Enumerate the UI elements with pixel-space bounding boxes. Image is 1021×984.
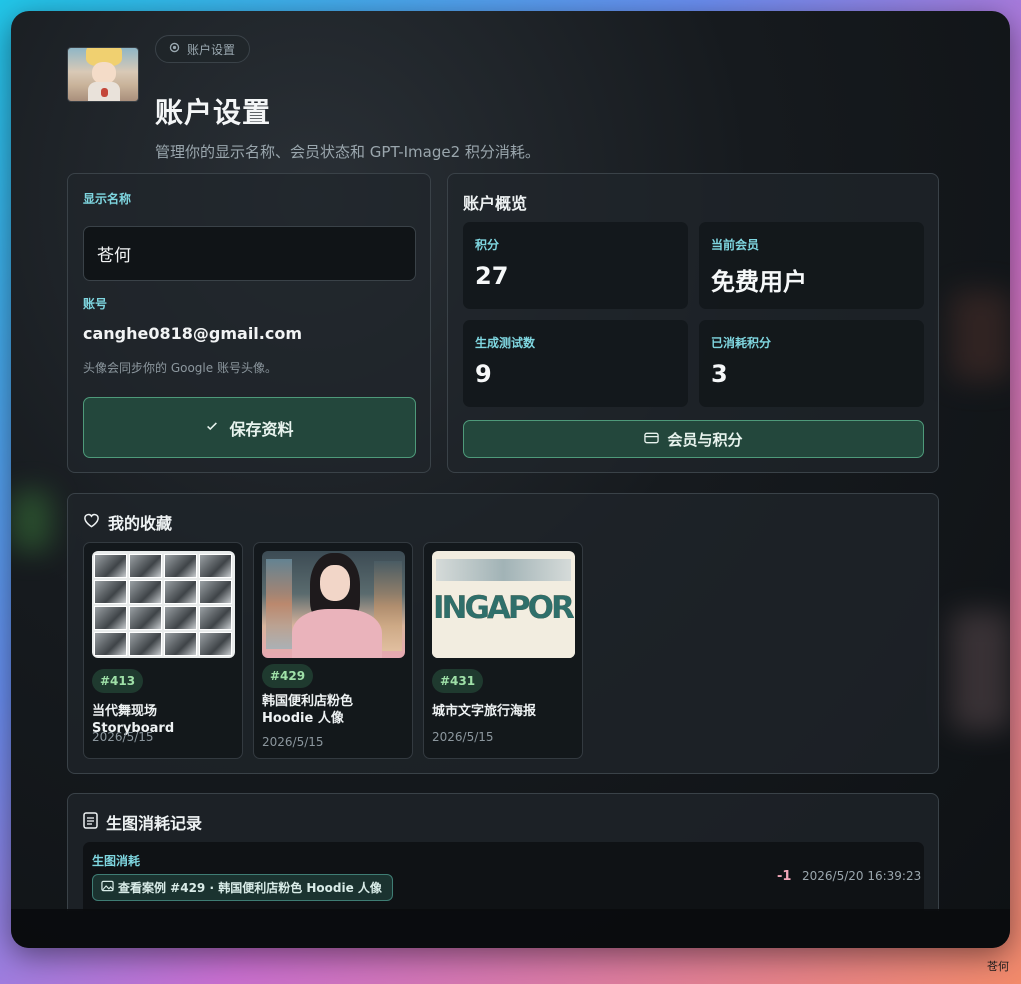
view-case-label: 查看案例 #429 · 韩国便利店粉色 Hoodie 人像 <box>118 881 382 895</box>
case-tag: #431 <box>432 669 484 693</box>
stat-value: 免费用户 <box>711 268 807 296</box>
display-name-label: 显示名称 <box>83 192 132 206</box>
stat-generations: 生成测试数 9 <box>463 320 688 407</box>
usage-records-panel: 生图消耗记录 生图消耗 查看案例 #429 · 韩国便利店粉色 Hoodie 人… <box>67 793 939 911</box>
card-date: 2026/5/15 <box>432 730 494 744</box>
favorites-title: 我的收藏 <box>108 514 173 533</box>
stat-value: 3 <box>711 360 728 388</box>
stat-credits: 积分 27 <box>463 222 688 309</box>
record-amount: -1 <box>777 869 792 884</box>
document-icon <box>83 811 98 833</box>
stat-label: 当前会员 <box>711 238 760 252</box>
storyboard-thumbnail <box>92 551 235 658</box>
poster-thumbnail: INGAPOR <box>432 551 575 658</box>
check-icon <box>205 418 219 437</box>
page-title: 账户设置 <box>155 96 272 129</box>
card-date: 2026/5/15 <box>262 735 324 749</box>
favorite-card[interactable]: INGAPOR #431 城市文字旅行海报 2026/5/15 <box>423 542 583 759</box>
settings-page: 账户设置 账户设置 管理你的显示名称、会员状态和 GPT-Image2 积分消耗… <box>67 11 939 911</box>
gear-icon <box>168 41 181 57</box>
case-tag: #413 <box>92 669 144 693</box>
card-title: 韩国便利店粉色 Hoodie 人像 <box>262 694 354 726</box>
stat-value: 27 <box>475 262 509 290</box>
breadcrumb[interactable]: 账户设置 <box>155 35 251 63</box>
profile-panel: 显示名称 账号 canghe0818@gmail.com 头像会同步你的 Goo… <box>67 173 431 473</box>
case-tag: #429 <box>262 664 314 688</box>
avatar <box>67 47 139 102</box>
record-type: 生图消耗 <box>92 854 141 868</box>
record-time: 2026/5/20 16:39:23 <box>802 869 922 883</box>
stat-label: 积分 <box>475 238 500 252</box>
image-icon <box>101 880 114 895</box>
window-footer <box>11 909 1010 948</box>
membership-button[interactable]: 会员与积分 <box>463 420 924 458</box>
stat-value: 9 <box>475 360 492 388</box>
portrait-thumbnail <box>262 551 405 658</box>
usage-title: 生图消耗记录 <box>106 814 203 833</box>
stat-label: 生成测试数 <box>475 336 536 350</box>
breadcrumb-label: 账户设置 <box>187 42 236 57</box>
stat-membership: 当前会员 免费用户 <box>699 222 924 309</box>
favorites-header: 我的收藏 <box>83 510 172 534</box>
page-subtitle: 管理你的显示名称、会员状态和 GPT-Image2 积分消耗。 <box>155 143 540 161</box>
account-email: canghe0818@gmail.com <box>83 324 303 343</box>
card-icon <box>644 430 660 448</box>
display-name-input[interactable] <box>83 226 416 281</box>
usage-record-row: 生图消耗 查看案例 #429 · 韩国便利店粉色 Hoodie 人像 -1 20… <box>83 842 924 911</box>
membership-label: 会员与积分 <box>667 430 743 449</box>
card-title: 城市文字旅行海报 <box>432 704 537 719</box>
save-profile-button[interactable]: 保存资料 <box>83 397 416 458</box>
favorites-panel: 我的收藏 #413 当代舞现场 Storyboard 2026/5/15 #42… <box>67 493 939 774</box>
overview-title: 账户概览 <box>463 194 528 213</box>
background-blur <box>11 491 51 551</box>
view-case-button[interactable]: 查看案例 #429 · 韩国便利店粉色 Hoodie 人像 <box>92 874 393 901</box>
usage-header: 生图消耗记录 <box>83 810 202 834</box>
stat-credits-used: 已消耗积分 3 <box>699 320 924 407</box>
favorite-card[interactable]: #429 韩国便利店粉色 Hoodie 人像 2026/5/15 <box>253 542 413 759</box>
card-date: 2026/5/15 <box>92 730 154 744</box>
stat-label: 已消耗积分 <box>711 336 772 350</box>
dock-username: 苍何 <box>987 960 1009 973</box>
avatar-hint: 头像会同步你的 Google 账号头像。 <box>83 361 277 375</box>
account-overview-panel: 账户概览 积分 27 当前会员 免费用户 生成测试数 9 已消耗积分 3 会员与… <box>447 173 939 473</box>
heart-icon <box>83 512 100 532</box>
account-label: 账号 <box>83 297 108 311</box>
background-blur <box>951 611 1010 731</box>
favorite-card[interactable]: #413 当代舞现场 Storyboard 2026/5/15 <box>83 542 243 759</box>
save-profile-label: 保存资料 <box>229 419 294 439</box>
background-blur <box>951 291 1010 381</box>
app-window: 账户设置 账户设置 管理你的显示名称、会员状态和 GPT-Image2 积分消耗… <box>11 11 1010 948</box>
poster-letters: INGAPOR <box>433 590 574 626</box>
